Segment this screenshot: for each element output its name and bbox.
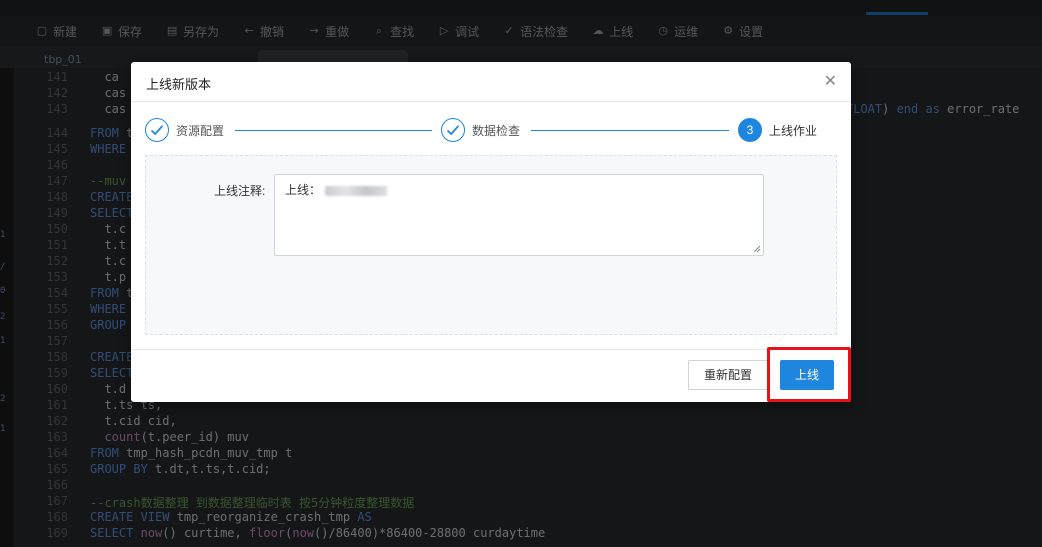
comment-textarea[interactable]: 上线：	[274, 174, 764, 256]
step-connector	[531, 130, 729, 131]
dialog-footer: 重新配置 上线	[131, 349, 851, 402]
dialog-title: 上线新版本	[146, 77, 212, 92]
steps-bar: 资源配置 数据检查 3 上线作业	[131, 102, 851, 154]
publish-button[interactable]: 上线	[780, 360, 834, 390]
resize-grip-icon[interactable]	[753, 245, 761, 253]
step-label-publish: 上线作业	[769, 124, 818, 138]
step-number-badge: 3	[738, 118, 762, 142]
form-area: 上线注释: 上线：	[145, 155, 837, 335]
check-icon	[145, 118, 169, 142]
redacted-text	[325, 185, 388, 196]
step-label-data-check: 数据检查	[472, 124, 521, 138]
check-icon	[441, 118, 465, 142]
step-connector	[235, 130, 432, 131]
reconfigure-button[interactable]: 重新配置	[688, 360, 768, 390]
close-icon[interactable]: ✕	[824, 72, 837, 90]
publish-dialog: 上线新版本 ✕ 资源配置 数据检查 3 上线作业 上线注释: 上线： 重新配置 …	[131, 62, 851, 402]
comment-text: 上线：	[285, 181, 388, 198]
step-label-resource: 资源配置	[176, 124, 225, 138]
comment-label: 上线注释:	[214, 184, 266, 198]
dialog-header: 上线新版本 ✕	[131, 62, 851, 102]
